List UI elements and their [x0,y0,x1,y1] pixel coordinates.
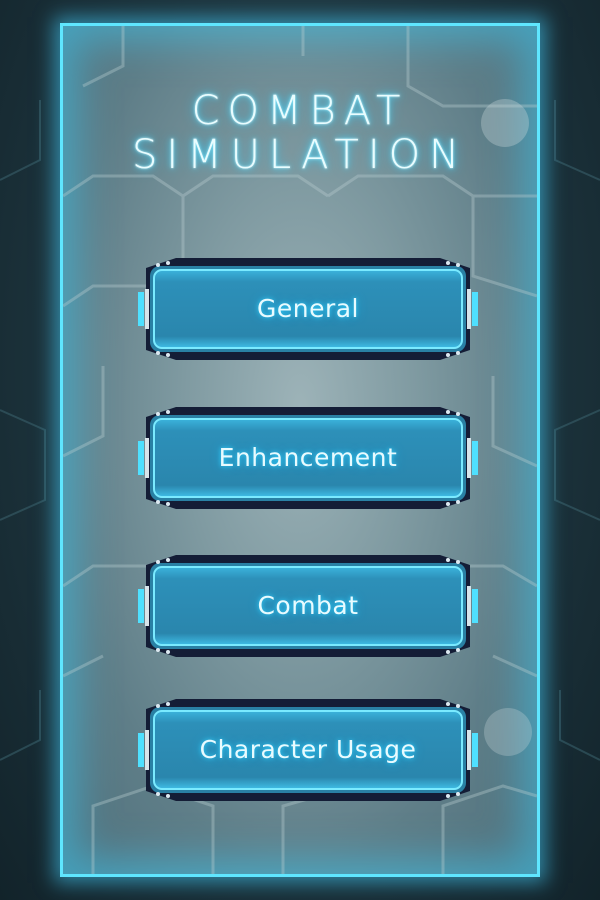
character-usage-label: Character Usage [199,735,417,764]
enhancement-label: Enhancement [218,443,398,472]
enhancement-button[interactable]: Enhancement [138,405,478,511]
general-button[interactable]: General [138,256,478,362]
title-line-1: COMBAT [191,88,409,134]
combat-label: Combat [257,591,359,620]
combat-simulation-screen: { "title": { "line1": "COMBAT", "line2":… [0,0,600,900]
menu-panel: COMBAT SIMULATION General Enhancement Co… [60,23,540,877]
title-line-2: SIMULATION [131,132,469,178]
character-usage-button[interactable]: Character Usage [138,697,478,803]
general-label: General [256,294,360,323]
combat-button[interactable]: Combat [138,553,478,659]
